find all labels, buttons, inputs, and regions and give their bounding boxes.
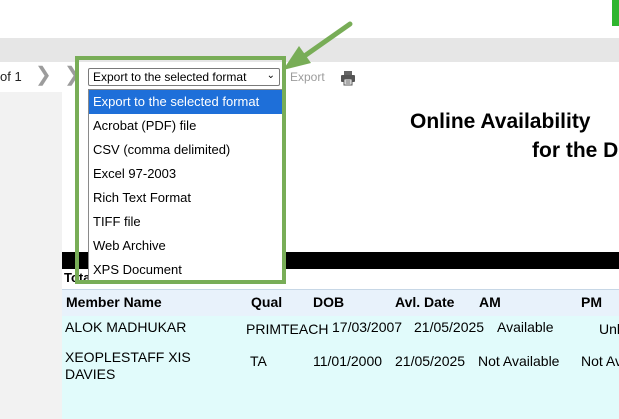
- column-header-member-name: Member Name: [66, 294, 162, 310]
- column-header-am: AM: [479, 294, 501, 310]
- qual-cell: PRIMTEACH: [246, 321, 329, 337]
- top-strip: [0, 0, 619, 38]
- page-count-label: of 1: [0, 69, 22, 84]
- column-header-pm: PM: [581, 294, 602, 310]
- next-page-icon[interactable]: ❯: [35, 65, 52, 85]
- member-name-cell-line2: DAVIES: [65, 366, 116, 382]
- avl-date-cell: 21/05/2025: [414, 319, 485, 335]
- export-link[interactable]: Export: [290, 70, 325, 84]
- left-gutter: [0, 92, 62, 419]
- table-header-row: Member Name Qual DOB Avl. Date AM PM: [62, 289, 619, 317]
- highlight-box: [75, 56, 286, 284]
- report-subtitle: for the D: [532, 139, 619, 162]
- table-row: XEOPLESTAFF XIS DAVIES TA 11/01/2000 21/…: [62, 346, 619, 419]
- column-header-avl-date: Avl. Date: [395, 294, 455, 310]
- pm-cell: Not Av: [581, 353, 619, 369]
- qual-cell: TA: [250, 353, 267, 369]
- member-name-cell: XEOPLESTAFF XIS: [65, 349, 191, 365]
- am-cell: Not Available: [478, 353, 560, 369]
- table-row: ALOK MADHUKAR PRIMTEACH 17/03/2007 21/05…: [62, 316, 619, 346]
- dob-cell: 17/03/2007: [332, 319, 403, 335]
- report-title: Online Availability: [410, 110, 591, 133]
- green-indicator: [612, 0, 619, 26]
- column-header-dob: DOB: [313, 294, 345, 310]
- pm-cell: Unl: [599, 321, 619, 337]
- print-icon[interactable]: [340, 70, 356, 86]
- member-name-cell: ALOK MADHUKAR: [65, 319, 187, 335]
- avl-date-cell: 21/05/2025: [395, 353, 466, 369]
- column-header-qual: Qual: [251, 294, 283, 310]
- am-cell: Available: [497, 319, 554, 335]
- dob-cell: 11/01/2000: [313, 353, 383, 369]
